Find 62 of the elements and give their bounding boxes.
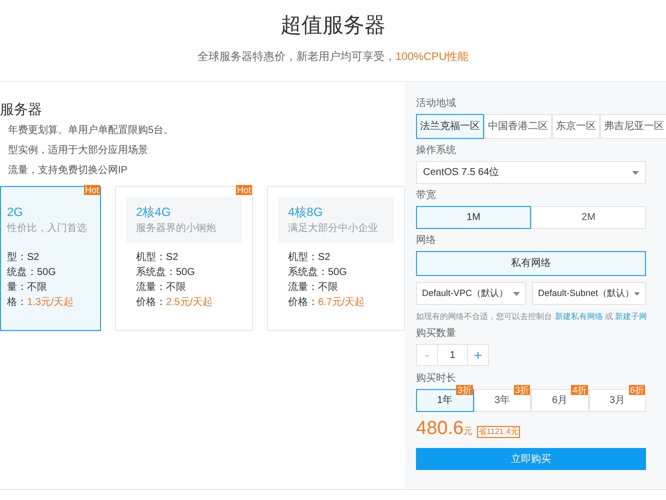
hot-badge: Hot — [236, 185, 252, 195]
field-label: 购买数量 — [416, 328, 457, 340]
plan-spec: 型：S2 — [7, 251, 40, 264]
plan-tagline: 性价比，入门首选 — [7, 223, 88, 235]
plan-spec: 流量：不限 — [288, 281, 339, 294]
plan-spec: 系统盘：50G — [288, 266, 348, 279]
hint-or: 或 — [605, 311, 613, 323]
intro-text: 流量，支持免费切换公网IP — [8, 164, 128, 178]
price-unit: 元 — [464, 424, 473, 438]
total-price: 480.6 — [416, 418, 464, 440]
network-hint: 如现有的网络不合适，您可以去控制台 — [416, 311, 552, 323]
plan-name: 2核4G — [136, 205, 172, 219]
discount-badge: 6折 — [628, 385, 645, 395]
saving-badge: 省1121.4元 — [476, 426, 520, 438]
hot-badge: Hot — [84, 185, 100, 195]
field-label: 购买时长 — [416, 373, 457, 385]
subnet-select[interactable]: Default-Subnet（默认） — [532, 282, 646, 305]
plan-tagline: 满足大部分中小企业 — [288, 223, 379, 235]
plan-spec: 机型：S2 — [288, 251, 332, 264]
vpc-select[interactable]: Default-VPC（默认） — [416, 282, 526, 305]
caret-icon — [632, 170, 639, 174]
bandwidth-option[interactable]: 2M — [531, 206, 646, 229]
intro-text: 年费更划算。单用户单配置限购5台。 — [8, 124, 175, 138]
intro-text: 型实例，适用于大部分应用场景 — [8, 144, 149, 158]
plan-spec: 机型：S2 — [136, 251, 180, 264]
subtitle-highlight: 100%CPU性能 — [395, 50, 469, 64]
plan-card[interactable]: 4核8G 满足大部分中小企业 机型：S2 系统盘：50G 流量：不限 价格：6.7元/天起 — [267, 186, 405, 331]
caret-icon — [634, 292, 640, 296]
region-option[interactable]: 法兰克福一区 — [416, 114, 484, 139]
plan-spec: 统盘：50G — [7, 266, 57, 279]
caret-icon — [513, 292, 520, 296]
price-label: 价格： — [288, 296, 318, 309]
plan-price: 2.5元/天起 — [166, 296, 213, 309]
network-option[interactable]: 私有网络 — [416, 251, 646, 276]
plan-price: 6.7元/天起 — [318, 296, 365, 309]
plan-spec: 系统盘：50G — [136, 266, 196, 279]
field-label: 网络 — [416, 235, 437, 247]
page-subtitle: 全球服务器特惠价，新老用户均可享受， — [197, 50, 396, 64]
discount-badge: 3折 — [456, 385, 472, 395]
region-option[interactable]: 弗吉尼亚一区 — [600, 114, 666, 139]
discount-badge: 3折 — [514, 385, 530, 395]
field-label: 操作系统 — [416, 145, 457, 157]
os-select[interactable]: CentOS 7.5 64位 — [416, 161, 646, 184]
price-label: 格： — [7, 296, 27, 309]
field-label: 活动地域 — [416, 98, 457, 110]
bandwidth-option[interactable]: 1M — [416, 206, 531, 229]
plan-price: 1.3元/天起 — [27, 296, 74, 309]
plan-spec: 量：不限 — [7, 281, 48, 294]
plan-card[interactable]: Hot 2核4G 服务器界的小钢炮 机型：S2 系统盘：50G 流量：不限 价格：2.5元/天起 — [115, 186, 253, 331]
discount-badge: 4折 — [571, 385, 588, 395]
region-option[interactable]: 东京一区 — [552, 114, 600, 139]
field-label: 带宽 — [416, 190, 437, 202]
page-title: 超值服务器 — [280, 13, 386, 39]
price-label: 价格： — [136, 296, 166, 309]
plan-tagline: 服务器界的小钢炮 — [136, 223, 217, 235]
region-option[interactable]: 中国香港二区 — [484, 114, 552, 139]
section-title: 服务器 — [0, 100, 43, 118]
plan-card[interactable]: Hot 2G 性价比，入门首选 型：S2 统盘：50G 量：不限 格：1.3元/天起 — [0, 186, 101, 331]
quantity-field[interactable]: 1 — [438, 344, 467, 366]
plan-spec: 流量：不限 — [136, 281, 187, 294]
plan-name: 4核8G — [288, 205, 324, 219]
plan-name: 2G — [7, 205, 24, 219]
